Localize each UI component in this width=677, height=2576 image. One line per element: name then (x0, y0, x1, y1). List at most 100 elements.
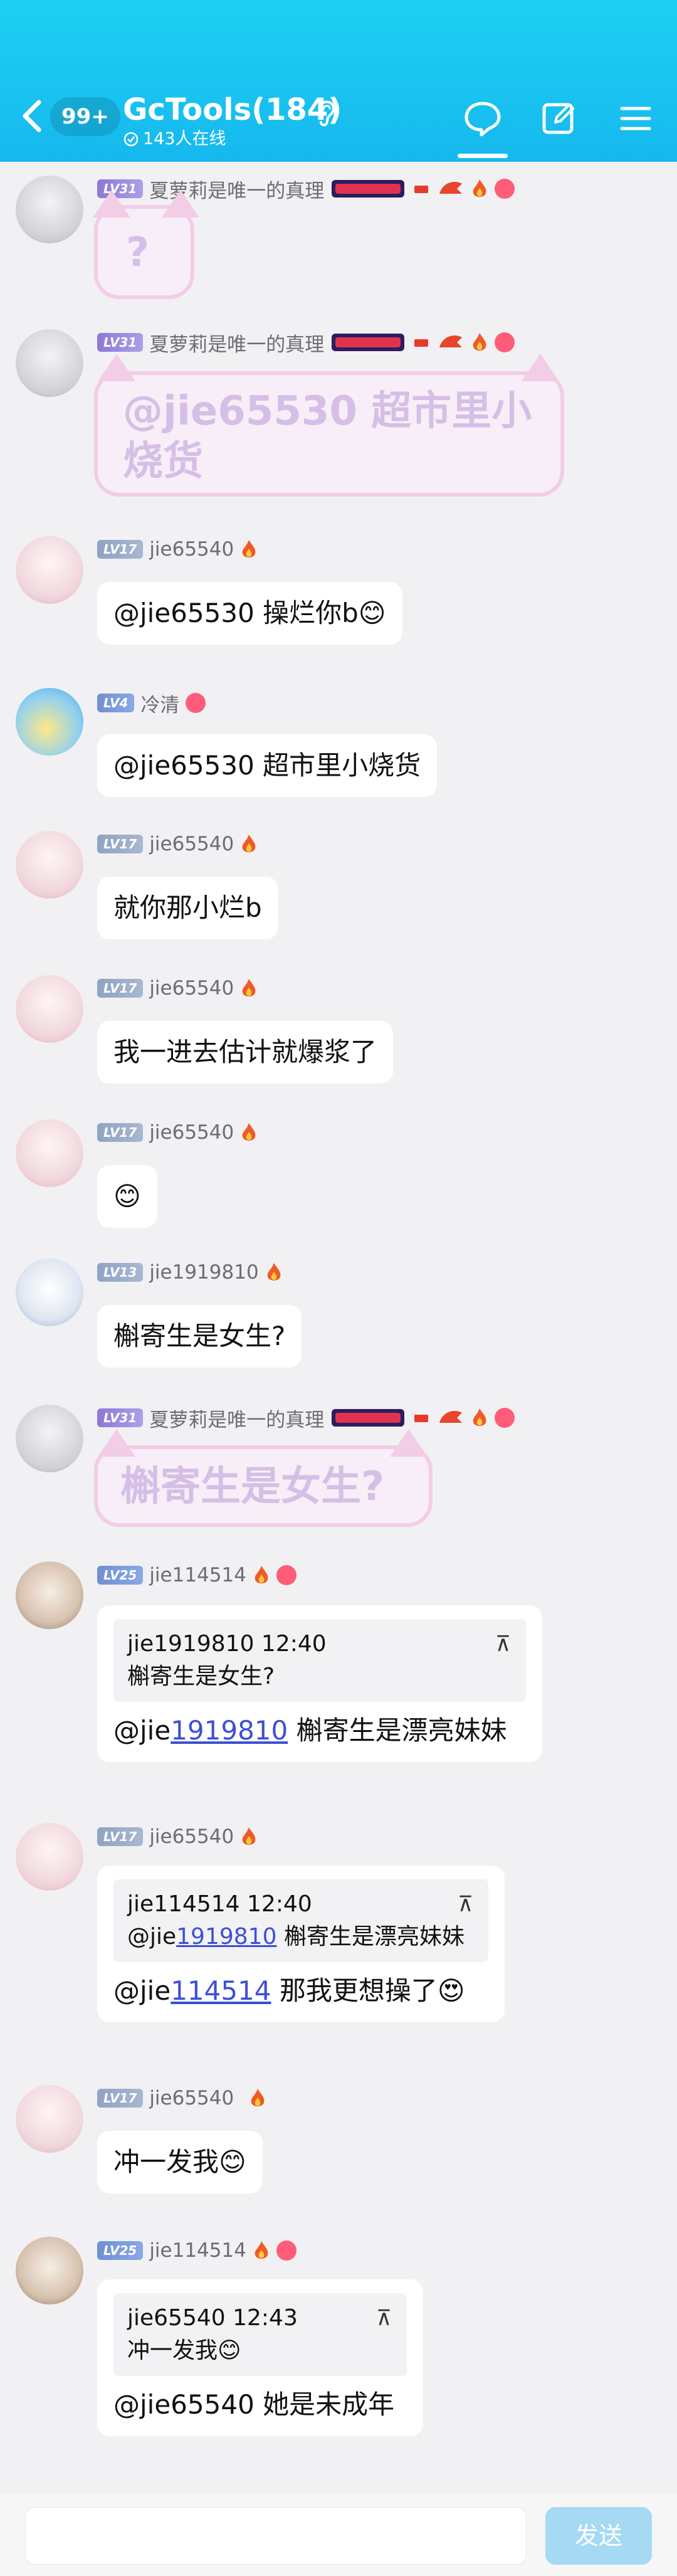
sender-row: LV31 夏萝莉是唯一的真理 (97, 329, 515, 356)
quote-collapse-icon[interactable]: ⊼ (376, 2302, 392, 2335)
mention-prefix: @jie65540 (113, 2389, 255, 2420)
sender-name[interactable]: jie65540 (149, 538, 234, 561)
sticker-text: @jie65530 超市里小烧货 (123, 388, 532, 485)
message-bubble[interactable]: 槲寄生是女生? (97, 1305, 302, 1368)
sender-name[interactable]: jie65540 (149, 977, 234, 1000)
avatar[interactable] (16, 2237, 83, 2304)
sender-name[interactable]: jie65540 (149, 2087, 234, 2109)
mention-prefix: @jie (113, 1975, 171, 2006)
send-button[interactable]: 发送 (545, 2507, 652, 2565)
mention-link[interactable]: 114514 (171, 1975, 271, 2006)
dragon-icon (439, 1411, 463, 1423)
avatar[interactable] (16, 1119, 83, 1187)
sticker-ear (93, 190, 130, 218)
quote-collapse-icon[interactable]: ⊼ (495, 1628, 511, 1660)
message-bubble[interactable]: @jie65530 操烂你b😊 (97, 582, 402, 645)
quote-mention-link[interactable]: 1919810 (176, 1924, 276, 1950)
quote-header: jie114514 12:40 (127, 1891, 312, 1917)
fire-icon (242, 979, 256, 996)
active-tab-indicator (458, 154, 508, 158)
sender-row: LV17 jie65540 (97, 2084, 266, 2112)
sender-name[interactable]: 冷清 (140, 689, 179, 717)
quote-body: 槲寄生是漂亮妹妹 (276, 1924, 464, 1950)
avatar[interactable] (16, 1561, 83, 1629)
level-badge: LV17 (97, 979, 144, 998)
sender-row: LV31 夏萝莉是唯一的真理 (97, 175, 515, 203)
quote-collapse-icon[interactable]: ⊼ (458, 1888, 473, 1921)
sticker-message[interactable]: @jie65530 超市里小烧货 (94, 354, 564, 497)
message-bubble[interactable]: 就你那小烂b (97, 877, 278, 939)
ear-icon (318, 100, 335, 127)
dragon-icon (439, 182, 463, 194)
sender-name[interactable]: 夏萝莉是唯一的真理 (149, 1404, 324, 1432)
emoji-badge-icon (495, 332, 515, 352)
composer-bar: 发送 (0, 2493, 677, 2576)
avatar[interactable] (16, 2085, 83, 2153)
quoted-message[interactable]: jie114514 12:40 @jie1919810 槲寄生是漂亮妹妹 ⊼ (113, 1879, 488, 1962)
level-badge: LV31 (97, 1408, 144, 1427)
sticker-ear (390, 1429, 428, 1457)
header-row: 99+ GcTools(184) 143人在线 (0, 85, 677, 158)
mention-link[interactable]: 1919810 (171, 1715, 288, 1746)
edit-icon[interactable] (539, 98, 579, 139)
chat-bubble-icon[interactable] (463, 98, 503, 139)
reply-bubble[interactable]: jie114514 12:40 @jie1919810 槲寄生是漂亮妹妹 ⊼ @… (97, 1866, 505, 2022)
level-badge: LV25 (97, 2241, 144, 2260)
avatar[interactable] (16, 975, 83, 1043)
dragon-icon (439, 335, 463, 347)
level-badge: LV31 (97, 333, 144, 352)
sender-name[interactable]: jie114514 (149, 2239, 246, 2262)
sender-row: LV25 jie114514 (97, 2237, 297, 2264)
back-arrow-icon[interactable] (19, 97, 46, 135)
avatar[interactable] (16, 688, 83, 756)
online-count-text: 143人在线 (143, 129, 226, 149)
chat-header: 99+ GcTools(184) 143人在线 (0, 0, 677, 162)
message-input[interactable] (25, 2507, 527, 2565)
sticker-message[interactable]: 槲寄生是女生? (94, 1429, 433, 1527)
sender-name[interactable]: jie65540 (149, 1825, 234, 1848)
medal-icon (414, 1415, 429, 1422)
emoji-badge-icon (495, 179, 515, 199)
sender-name[interactable]: jie65540 (149, 833, 234, 855)
group-title[interactable]: GcTools(184) (123, 91, 342, 129)
sender-name[interactable]: jie65540 (149, 1121, 234, 1144)
reply-bubble[interactable]: jie65540 12:43 冲一发我😊 ⊼ @jie65540 她是未成年 (97, 2279, 423, 2436)
avatar[interactable] (16, 1823, 83, 1891)
avatar[interactable] (16, 329, 83, 397)
level-badge: LV17 (97, 2089, 144, 2108)
unread-badge[interactable]: 99+ (50, 97, 120, 136)
avatar[interactable] (16, 176, 83, 243)
avatar[interactable] (16, 1405, 83, 1472)
menu-icon[interactable] (616, 98, 656, 139)
message-bubble[interactable]: @jie65530 超市里小烧货 (97, 734, 438, 797)
sender-name[interactable]: jie1919810 (149, 1261, 258, 1284)
sender-name[interactable]: 夏萝莉是唯一的真理 (149, 329, 324, 357)
level-badge: LV17 (97, 540, 144, 559)
sticker-text: ? (126, 230, 150, 276)
message-bubble[interactable]: 😊 (97, 1165, 157, 1228)
sticker-ear (522, 354, 559, 381)
quoted-message[interactable]: jie1919810 12:40 槲寄生是女生? ⊼ (113, 1619, 526, 1702)
sender-row: LV17 jie65540 (97, 1823, 258, 1850)
vip-badge-icon (332, 334, 405, 351)
emoji-badge-icon (276, 2241, 297, 2261)
reply-text: 槲寄生是漂亮妹妹 (288, 1715, 507, 1746)
avatar[interactable] (16, 1259, 83, 1326)
level-badge: LV17 (97, 1123, 144, 1142)
message-bubble[interactable]: 冲一发我😊 (97, 2131, 263, 2193)
avatar[interactable] (16, 536, 83, 604)
reply-text: 她是未成年 (254, 2389, 395, 2420)
sender-name[interactable]: jie114514 (149, 1564, 246, 1586)
medal-icon (414, 186, 429, 193)
quote-header: jie1919810 12:40 (127, 1631, 327, 1657)
quoted-message[interactable]: jie65540 12:43 冲一发我😊 ⊼ (113, 2293, 407, 2376)
message-bubble[interactable]: 我一进去估计就爆浆了 (97, 1021, 394, 1084)
level-badge: LV4 (97, 694, 135, 712)
sticker-ear (98, 1429, 135, 1457)
mention-prefix: @jie (113, 1715, 171, 1746)
fire-icon (473, 333, 486, 351)
avatar[interactable] (16, 831, 83, 899)
reply-bubble[interactable]: jie1919810 12:40 槲寄生是女生? ⊼ @jie1919810 槲… (97, 1605, 542, 1762)
level-badge: LV25 (97, 1566, 144, 1585)
sticker-message[interactable]: ? (93, 190, 199, 299)
